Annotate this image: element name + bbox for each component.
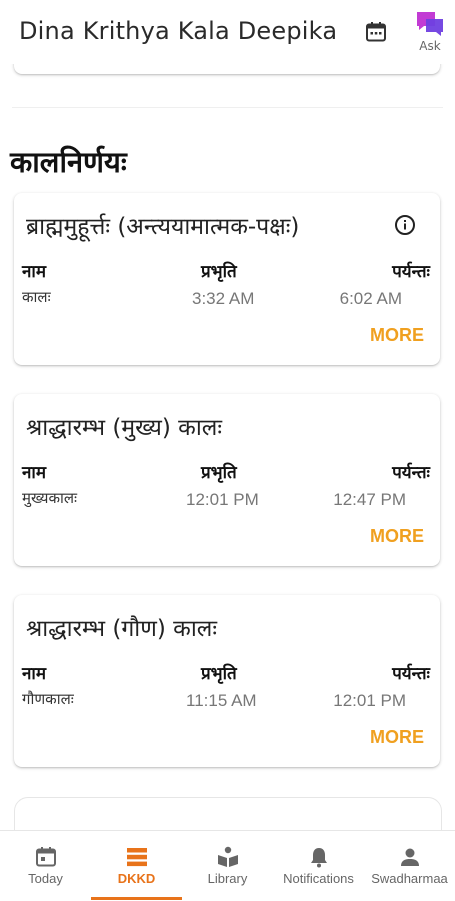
- ask-button[interactable]: Ask: [410, 8, 450, 56]
- nav-label: Today: [28, 871, 63, 886]
- section-title: कालनिर्णयः: [10, 145, 127, 179]
- divider: [12, 107, 443, 108]
- start-time: 11:15 AM: [186, 691, 257, 710]
- name-value: कालः: [22, 288, 51, 306]
- nav-label: Notifications: [283, 871, 354, 886]
- end-header: पर्यन्तः: [392, 262, 430, 282]
- nav-dkkd[interactable]: DKKD: [91, 831, 182, 901]
- nav-swadharmaa[interactable]: Swadharmaa: [364, 831, 455, 901]
- nav-library[interactable]: Library: [182, 831, 273, 901]
- calendar-today-icon: [36, 847, 56, 867]
- more-button[interactable]: MORE: [370, 325, 424, 346]
- end-header: पर्यन्तः: [392, 463, 430, 483]
- name-value: मुख्यकालः: [22, 489, 78, 507]
- card-title: ब्राह्ममुहूर्त्तः (अन्त्ययामात्मक-पक्षः): [26, 214, 300, 240]
- start-header: प्रभृति: [201, 463, 237, 483]
- chat-bubbles-icon: [417, 12, 443, 36]
- start-time: 12:01 PM: [186, 490, 259, 509]
- ask-label: Ask: [419, 39, 441, 53]
- app-bar: Dina Krithya Kala Deepika Ask: [0, 0, 455, 64]
- time-card: श्राद्धारम्भ (मुख्य) कालः नाम प्रभृति पर…: [14, 394, 440, 566]
- content-area[interactable]: कालनिर्णयः ब्राह्ममुहूर्त्तः (अन्त्ययामा…: [0, 64, 455, 830]
- end-time: 6:02 AM: [339, 289, 402, 308]
- bottom-navigation: Today DKKD Library Notifications Swadhar…: [0, 830, 455, 901]
- name-header: नाम: [22, 664, 47, 684]
- person-icon: [401, 848, 419, 866]
- end-time: 12:47 PM: [333, 490, 406, 509]
- calendar-icon: [366, 22, 386, 42]
- end-header: पर्यन्तः: [392, 664, 430, 684]
- end-time: 12:01 PM: [333, 691, 406, 710]
- card-title: श्राद्धारम्भ (गौण) कालः: [26, 616, 218, 642]
- nav-label: DKKD: [117, 871, 156, 886]
- app-title: Dina Krithya Kala Deepika: [19, 17, 338, 45]
- name-value: गौणकालः: [22, 690, 74, 708]
- book-reader-icon: [218, 846, 238, 867]
- start-time: 3:32 AM: [192, 289, 255, 308]
- next-card: [14, 797, 442, 830]
- list-icon: [127, 848, 147, 867]
- time-card: श्राद्धारम्भ (गौण) कालः नाम प्रभृति पर्य…: [14, 595, 440, 767]
- bell-icon: [311, 848, 327, 868]
- nav-today[interactable]: Today: [0, 831, 91, 901]
- time-card: ब्राह्ममुहूर्त्तः (अन्त्ययामात्मक-पक्षः)…: [14, 193, 440, 365]
- start-header: प्रभृति: [201, 664, 237, 684]
- nav-label: Swadharmaa: [371, 871, 448, 886]
- nav-label: Library: [207, 871, 248, 886]
- start-header: प्रभृति: [201, 262, 237, 282]
- previous-card-bottom: [14, 64, 440, 74]
- calendar-button[interactable]: [364, 20, 388, 44]
- info-icon[interactable]: [394, 214, 416, 236]
- nav-notifications[interactable]: Notifications: [273, 831, 364, 901]
- name-header: नाम: [22, 262, 47, 282]
- card-title: श्राद्धारम्भ (मुख्य) कालः: [26, 415, 223, 441]
- name-header: नाम: [22, 463, 47, 483]
- more-button[interactable]: MORE: [370, 727, 424, 748]
- more-button[interactable]: MORE: [370, 526, 424, 547]
